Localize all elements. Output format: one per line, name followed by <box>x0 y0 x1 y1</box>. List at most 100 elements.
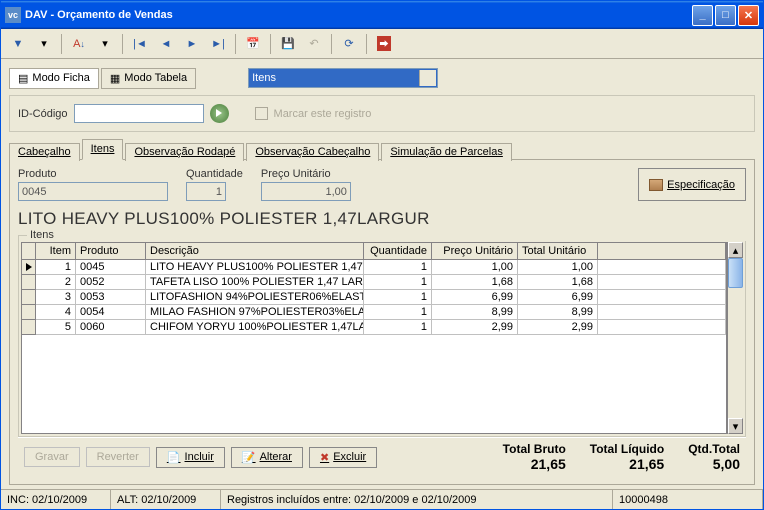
scroll-thumb[interactable] <box>728 258 743 288</box>
row-indicator <box>22 275 36 290</box>
save-icon[interactable]: 💾 <box>277 33 299 55</box>
total-liquido-label: Total Líquido <box>590 442 664 456</box>
alterar-button[interactable]: 📝Alterar <box>231 447 303 468</box>
cell-qtd: 1 <box>364 290 432 305</box>
cell-qtd: 1 <box>364 260 432 275</box>
plus-icon: 📄 <box>167 451 181 464</box>
col-quantidade[interactable]: Quantidade <box>364 243 432 260</box>
col-descricao[interactable]: Descrição <box>146 243 364 260</box>
cell-item: 4 <box>36 305 76 320</box>
cell-total: 1,00 <box>518 260 598 275</box>
table-row[interactable]: 30053LITOFASHION 94%POLIESTER06%ELASTA16… <box>22 290 726 305</box>
cell-preco: 6,99 <box>432 290 518 305</box>
cell-item: 2 <box>36 275 76 290</box>
total-bruto-label: Total Bruto <box>503 442 566 456</box>
quantidade-field <box>186 182 226 201</box>
scroll-down-icon[interactable]: ▾ <box>728 418 743 434</box>
sort-icon[interactable]: A↓ <box>68 33 90 55</box>
cell-descricao: LITO HEAVY PLUS100% POLIESTER 1,47LA <box>146 260 364 275</box>
cell-preco: 8,99 <box>432 305 518 320</box>
cell-qtd: 1 <box>364 305 432 320</box>
mode-ficha-tab[interactable]: ▤ Modo Ficha <box>9 68 99 89</box>
exit-icon[interactable]: ⮕ <box>373 33 395 55</box>
row-indicator <box>22 290 36 305</box>
filter-dropdown-icon[interactable]: ▾ <box>33 33 55 55</box>
mode-ficha-label: Modo Ficha <box>32 72 89 84</box>
col-produto[interactable]: Produto <box>76 243 146 260</box>
chevron-down-icon <box>424 75 432 80</box>
delete-icon: ✖ <box>320 451 329 464</box>
refresh-icon[interactable]: ⟳ <box>338 33 360 55</box>
row-indicator <box>22 320 36 335</box>
grid-legend: Itens <box>27 229 749 241</box>
cell-descricao: CHIFOM YORYU 100%POLIESTER 1,47LAR <box>146 320 364 335</box>
total-liquido-value: 21,65 <box>590 456 664 472</box>
main-toolbar: ▼ ▾ A↓ ▾ |◄ ◄ ► ►| 📅 💾 ↶ ⟳ ⮕ <box>1 29 763 59</box>
marcar-checkbox <box>255 107 268 120</box>
cell-item: 1 <box>36 260 76 275</box>
book-icon <box>649 179 663 191</box>
statusbar: INC: 02/10/2009 ALT: 02/10/2009 Registro… <box>1 489 763 509</box>
cell-preco: 1,00 <box>432 260 518 275</box>
mode-tabela-tab[interactable]: ▦ Modo Tabela <box>101 68 196 89</box>
nav-prev-icon[interactable]: ◄ <box>155 33 177 55</box>
section-dropdown[interactable]: Itens <box>248 68 438 88</box>
filter-icon[interactable]: ▼ <box>7 33 29 55</box>
nav-next-icon[interactable]: ► <box>181 33 203 55</box>
table-row[interactable]: 40054MILAO FASHION 97%POLIESTER03%ELAST1… <box>22 305 726 320</box>
tab-itens[interactable]: Itens <box>82 139 124 160</box>
tab-rodape[interactable]: Observação Rodapé <box>125 143 244 161</box>
col-item[interactable]: Item <box>36 243 76 260</box>
cell-total: 2,99 <box>518 320 598 335</box>
form-icon: ▤ <box>18 72 28 85</box>
close-button[interactable]: ✕ <box>738 5 759 26</box>
produto-field <box>18 182 168 201</box>
edit-icon: 📝 <box>242 451 256 464</box>
maximize-button[interactable]: □ <box>715 5 736 26</box>
especificacao-button[interactable]: Especificação <box>638 168 746 201</box>
nav-first-icon[interactable]: |◄ <box>129 33 151 55</box>
calendar-icon[interactable]: 📅 <box>242 33 264 55</box>
incluir-button[interactable]: 📄Incluir <box>156 447 225 468</box>
tab-obs-cabecalho[interactable]: Observação Cabeçalho <box>246 143 379 161</box>
cell-qtd: 1 <box>364 320 432 335</box>
table-row[interactable]: 20052TAFETA LISO 100% POLIESTER 1,47 LAR… <box>22 275 726 290</box>
col-preco[interactable]: Preço Unitário <box>432 243 518 260</box>
produto-label: Produto <box>18 168 168 180</box>
qtd-total-value: 5,00 <box>688 456 740 472</box>
col-blank <box>598 243 726 260</box>
excluir-button[interactable]: ✖Excluir <box>309 447 377 468</box>
scroll-up-icon[interactable]: ▴ <box>728 242 743 258</box>
table-row[interactable]: 10045LITO HEAVY PLUS100% POLIESTER 1,47L… <box>22 260 726 275</box>
minimize-button[interactable]: _ <box>692 5 713 26</box>
col-total[interactable]: Total Unitário <box>518 243 598 260</box>
status-inc: INC: 02/10/2009 <box>1 490 111 509</box>
dropdown-selected: Itens <box>252 72 276 84</box>
tab-parcelas[interactable]: Simulação de Parcelas <box>381 143 512 161</box>
quantidade-label: Quantidade <box>186 168 243 180</box>
grid-scrollbar[interactable]: ▴ ▾ <box>727 242 743 434</box>
marcar-label: Marcar este registro <box>274 108 372 120</box>
id-codigo-input[interactable] <box>74 104 204 123</box>
main-window: vc DAV - Orçamento de Vendas _ □ ✕ ▼ ▾ A… <box>0 0 764 510</box>
window-title: DAV - Orçamento de Vendas <box>25 9 692 21</box>
cell-produto: 0054 <box>76 305 146 320</box>
table-row[interactable]: 50060CHIFOM YORYU 100%POLIESTER 1,47LAR1… <box>22 320 726 335</box>
go-button[interactable] <box>210 104 229 123</box>
cell-blank <box>598 290 726 305</box>
reverter-button: Reverter <box>86 447 150 467</box>
cell-qtd: 1 <box>364 275 432 290</box>
status-alt: ALT: 02/10/2009 <box>111 490 221 509</box>
cell-item: 3 <box>36 290 76 305</box>
nav-last-icon[interactable]: ►| <box>207 33 229 55</box>
grid-icon: ▦ <box>110 72 120 85</box>
cell-blank <box>598 260 726 275</box>
sort-dropdown-icon[interactable]: ▾ <box>94 33 116 55</box>
app-icon: vc <box>5 7 21 23</box>
undo-icon[interactable]: ↶ <box>303 33 325 55</box>
preco-field <box>261 182 351 201</box>
tab-cabecalho[interactable]: Cabeçalho <box>9 143 80 161</box>
cell-descricao: MILAO FASHION 97%POLIESTER03%ELAST <box>146 305 364 320</box>
items-grid: Item Produto Descrição Quantidade Preço … <box>21 242 727 434</box>
status-code: 10000498 <box>613 490 763 509</box>
